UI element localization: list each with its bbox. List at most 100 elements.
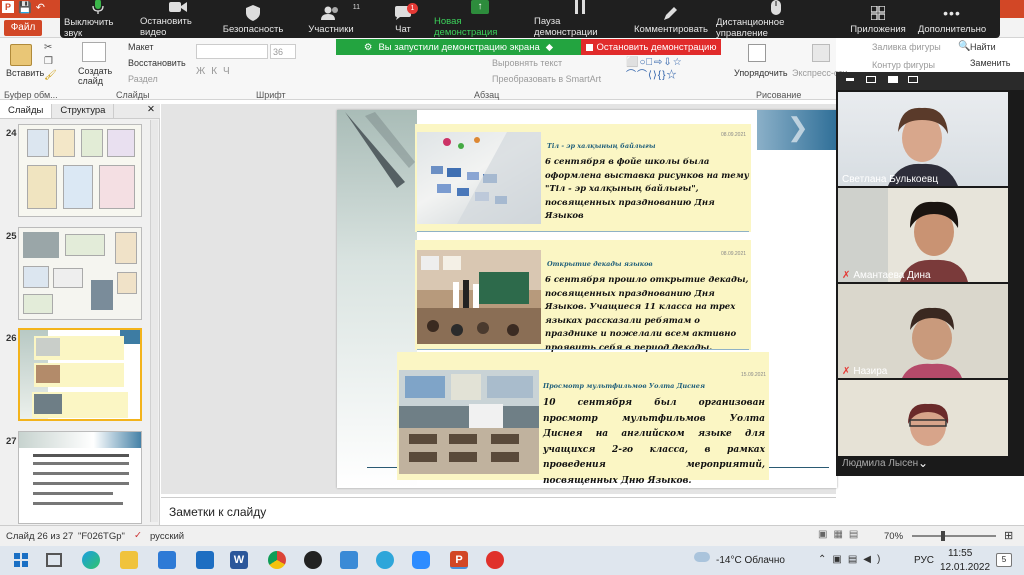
spellcheck-icon[interactable]: ✓ bbox=[134, 530, 142, 541]
participant-name-3: ✗ Назира bbox=[842, 366, 887, 377]
grid-view-icon[interactable] bbox=[888, 76, 898, 83]
slide-thumbnail-27[interactable] bbox=[18, 431, 142, 524]
remote-control-label: Дистанционное управление bbox=[716, 16, 785, 39]
card-1-date: 08.09.2021 bbox=[721, 132, 747, 138]
restore-button[interactable]: Восстановить bbox=[128, 58, 186, 68]
apps-button[interactable]: Приложения bbox=[840, 0, 916, 38]
thumb-number-25: 25 bbox=[6, 231, 17, 242]
create-slide-button[interactable]: Создать слайд bbox=[78, 66, 112, 86]
language-indicator[interactable]: русский bbox=[150, 531, 184, 542]
pin-icon[interactable]: ⚙ bbox=[364, 42, 373, 53]
copy-icon[interactable]: ❐ bbox=[44, 56, 53, 67]
view-switch-icon[interactable] bbox=[866, 76, 876, 83]
undo-icon[interactable]: ↶ bbox=[36, 1, 45, 14]
store-icon[interactable] bbox=[158, 551, 176, 569]
tab-outline[interactable]: Структура bbox=[52, 104, 115, 118]
section-button[interactable]: Раздел bbox=[128, 74, 158, 84]
chat-badge: 1 bbox=[407, 3, 418, 14]
shape-fill-button[interactable]: Заливка фигуры bbox=[872, 42, 941, 52]
video-tile-2[interactable] bbox=[838, 188, 1008, 282]
weather-text[interactable]: -14°C Облачно bbox=[716, 555, 785, 566]
slide-canvas[interactable]: ❯ 08.09.2021 Тіл - эр халқының байлығы 6… bbox=[337, 110, 837, 488]
stop-video-button[interactable]: Остановить видео bbox=[136, 0, 220, 38]
input-language[interactable]: РУС bbox=[914, 555, 934, 566]
thumb-number-24: 24 bbox=[6, 128, 17, 139]
close-icon[interactable]: ✕ bbox=[147, 104, 155, 118]
pen-decoration-icon bbox=[345, 112, 415, 192]
slide-thumbnail-26[interactable] bbox=[18, 328, 142, 421]
weather-icon bbox=[694, 552, 710, 562]
chat-button[interactable]: 1 Чат bbox=[376, 0, 430, 38]
express-styles-icon bbox=[812, 44, 830, 62]
video-tile-1[interactable] bbox=[838, 92, 1008, 186]
remote-control-button[interactable]: Дистанционное управление bbox=[712, 0, 840, 39]
cloud-icon[interactable] bbox=[340, 551, 358, 569]
telegram-icon[interactable] bbox=[376, 551, 394, 569]
zoom-slider[interactable] bbox=[912, 535, 996, 537]
more-button[interactable]: ••• Дополнительно bbox=[916, 0, 988, 38]
shapes-gallery[interactable]: ⬜○⃝⇨⇩☆ ⌒⌒⟨⟩{}☆ bbox=[626, 56, 720, 86]
chrome-icon[interactable] bbox=[268, 551, 286, 569]
paste-button[interactable]: Вставить bbox=[6, 68, 44, 78]
zoom-slider-thumb[interactable] bbox=[941, 531, 945, 541]
task-view-icon[interactable] bbox=[46, 553, 62, 567]
arrange-button[interactable]: Упорядочить bbox=[734, 68, 788, 78]
new-slide-icon bbox=[82, 42, 106, 62]
view-buttons[interactable]: ▣▦▤ bbox=[818, 529, 864, 540]
card-1-text: 6 сентября в фойе школы была оформлена в… bbox=[545, 157, 749, 221]
video-tile-3[interactable] bbox=[838, 284, 1008, 378]
annotate-button[interactable]: Комментировать bbox=[630, 0, 712, 38]
file-tab[interactable]: Файл bbox=[4, 20, 42, 36]
security-button[interactable]: Безопасность bbox=[220, 0, 286, 38]
group-paragraph: Абзац bbox=[474, 90, 500, 100]
outlook-icon[interactable] bbox=[196, 551, 214, 569]
save-icon[interactable]: 💾 bbox=[18, 1, 32, 14]
new-share-button[interactable]: ↑ Новая демонстрация bbox=[430, 0, 530, 38]
layout-button[interactable]: Макет bbox=[128, 42, 153, 52]
shield-check-icon: ◆ bbox=[545, 41, 554, 53]
tab-slides[interactable]: Слайды bbox=[0, 104, 53, 118]
theme-name: "F026TGp" bbox=[78, 531, 125, 542]
player-icon[interactable] bbox=[304, 551, 322, 569]
card-1-photo bbox=[417, 132, 541, 224]
zoom-app-icon[interactable] bbox=[412, 551, 430, 569]
video-tile-4[interactable] bbox=[838, 380, 1008, 456]
windows-start-icon[interactable] bbox=[14, 553, 28, 567]
format-painter-icon[interactable]: 🖌 bbox=[44, 70, 57, 81]
notification-icon[interactable]: 5 bbox=[996, 553, 1012, 567]
zoom-level[interactable]: 70% bbox=[884, 531, 903, 542]
font-name-select[interactable] bbox=[196, 44, 268, 59]
word-icon[interactable]: W bbox=[230, 551, 248, 569]
card-2-title: Открытие декады языков bbox=[547, 260, 653, 268]
tray-icons[interactable]: ⌃▣▤◀) bbox=[818, 554, 886, 565]
align-text-button[interactable]: Выровнять текст bbox=[492, 58, 562, 68]
chevron-down-icon[interactable]: ⌄ bbox=[918, 456, 928, 470]
explorer-icon[interactable] bbox=[120, 551, 138, 569]
fit-slide-icon[interactable]: ⊞ bbox=[1004, 529, 1013, 542]
find-button[interactable]: Найти bbox=[970, 42, 996, 52]
panel-scrollbar[interactable] bbox=[150, 120, 158, 522]
edge-icon[interactable] bbox=[82, 551, 100, 569]
font-format-buttons[interactable]: ЖКЧ bbox=[196, 66, 236, 77]
yandex-icon[interactable] bbox=[486, 551, 504, 569]
slide-thumbnail-24[interactable] bbox=[18, 124, 142, 217]
clock-date[interactable]: 12.01.2022 bbox=[940, 562, 990, 573]
zoom-toolbar: Выключить звук Остановить видео Безопасн… bbox=[60, 0, 1000, 39]
minimize-icon[interactable] bbox=[846, 78, 854, 81]
font-size-select[interactable]: 36 bbox=[270, 44, 296, 59]
shape-outline-button[interactable]: Контур фигуры bbox=[872, 60, 935, 70]
mouse-icon bbox=[765, 0, 787, 15]
powerpoint-app-icon[interactable]: P bbox=[450, 551, 468, 569]
slide-notes[interactable]: Заметки к слайду bbox=[161, 497, 836, 525]
paste-icon bbox=[10, 44, 32, 66]
smartart-button[interactable]: Преобразовать в SmartArt bbox=[492, 74, 601, 84]
cut-icon[interactable]: ✂ bbox=[44, 42, 52, 53]
slide-thumbnail-25[interactable] bbox=[18, 227, 142, 320]
stop-share-button[interactable]: Остановить демонстрацию bbox=[581, 39, 721, 55]
clock-time[interactable]: 11:55 bbox=[948, 548, 972, 559]
mute-button[interactable]: Выключить звук bbox=[60, 0, 136, 39]
replace-button[interactable]: Заменить bbox=[970, 58, 1010, 68]
participants-button[interactable]: 11 Участники bbox=[286, 0, 376, 38]
pause-share-button[interactable]: Пауза демонстрации bbox=[530, 0, 630, 38]
restore-view-icon[interactable] bbox=[908, 76, 918, 83]
